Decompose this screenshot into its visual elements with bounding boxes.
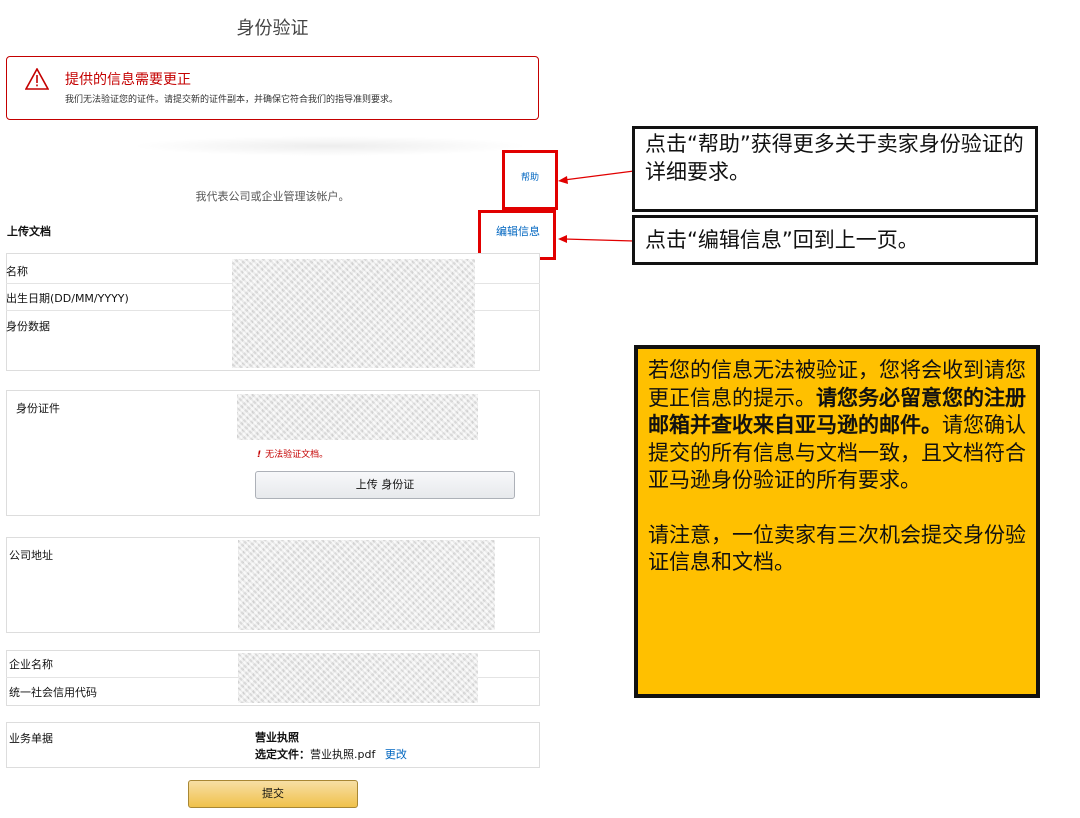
error-alert: 提供的信息需要更正 我们无法验证您的证件。请提交新的证件副本，并确保它符合我们的…	[6, 56, 539, 120]
upload-id-button[interactable]: 上传 身份证	[255, 471, 515, 499]
upload-heading: 上传文档	[7, 225, 51, 238]
business-document-name: 营业执照	[255, 731, 299, 744]
change-file-link[interactable]: 更改	[385, 748, 407, 761]
info-note: 若您的信息无法被验证，您将会收到请您更正信息的提示。请您务必留意您的注册邮箱并查…	[634, 345, 1040, 698]
section-shadow	[130, 136, 530, 156]
help-arrow	[556, 168, 635, 188]
redacted-business-info	[238, 653, 478, 703]
field-label-name: 名称	[6, 265, 28, 278]
redacted-company-address	[238, 540, 495, 630]
field-label-company-address: 公司地址	[9, 549, 53, 562]
field-label-identity-data: 身份数据	[6, 320, 50, 333]
edit-arrow	[556, 230, 635, 243]
warning-icon	[24, 67, 50, 90]
help-callout: 点击“帮助”获得更多关于卖家身份验证的详细要求。	[632, 126, 1038, 212]
edit-info-link[interactable]: 编辑信息	[496, 223, 540, 239]
representation-text: 我代表公司或企业管理该帐户。	[195, 190, 350, 203]
alert-message: 我们无法验证您的证件。请提交新的证件副本，并确保它符合我们的指导准则要求。	[65, 95, 399, 105]
note-paragraph-1: 若您的信息无法被验证，您将会收到请您更正信息的提示。请您务必留意您的注册邮箱并查…	[648, 357, 1026, 495]
note-paragraph-2: 请注意，一位卖家有三次机会提交身份验证信息和文档。	[648, 522, 1026, 575]
field-label-id-document: 身份证件	[16, 402, 60, 415]
submit-button[interactable]: 提交	[188, 780, 358, 808]
edit-callout: 点击“编辑信息”回到上一页。	[632, 215, 1038, 265]
selected-file-prefix: 选定文件：	[255, 748, 310, 761]
field-label-dob: 出生日期(DD/MM/YYYY)	[6, 292, 129, 305]
selected-file-line: 选定文件：营业执照.pdf 更改	[255, 746, 407, 762]
field-label-credit-code: 统一社会信用代码	[9, 686, 97, 699]
error-icon: !	[257, 450, 262, 460]
error-text: 无法验证文档。	[265, 450, 329, 460]
page-title: 身份验证	[236, 18, 309, 39]
error-message: ! 无法验证文档。	[257, 447, 328, 460]
field-label-business-name: 企业名称	[9, 658, 53, 671]
help-link[interactable]: 帮助	[521, 170, 539, 183]
selected-file-name: 营业执照.pdf	[310, 748, 376, 761]
redacted-personal-info	[232, 259, 475, 368]
redacted-id-image	[237, 394, 478, 440]
field-label-business-document: 业务单据	[9, 732, 53, 745]
alert-title: 提供的信息需要更正	[65, 72, 191, 88]
